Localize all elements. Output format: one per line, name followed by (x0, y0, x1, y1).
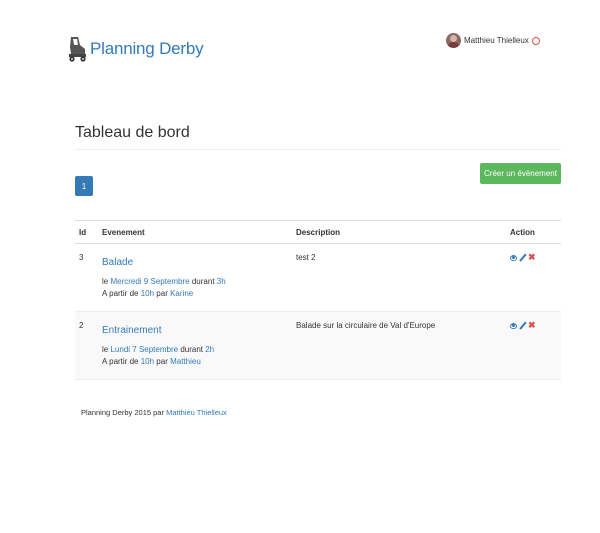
event-author-link[interactable]: Matthieu (170, 357, 201, 366)
event-author-link[interactable]: Karine (170, 289, 193, 298)
footer: Planning Derby 2015 par Matthieu Thielle… (81, 408, 227, 417)
footer-text: Planning Derby 2015 par (81, 408, 164, 417)
event-date-link[interactable]: Lundi 7 Septembre (110, 345, 178, 354)
brand-title: Planning Derby (90, 39, 204, 58)
event-time-line: A partir de 10h par Matthieu (102, 356, 296, 368)
header-id: Id (79, 227, 87, 237)
text-le: le (102, 277, 109, 286)
text-a-partir-de: A partir de (102, 357, 139, 366)
pencil-icon[interactable] (519, 254, 526, 261)
row-description: test 2 (296, 253, 316, 262)
remove-icon[interactable]: ✖ (528, 253, 536, 262)
row-id: 3 (79, 253, 84, 262)
row-event: Balade le Mercredi 9 Septembre durant 3h… (102, 244, 296, 311)
page-title: Tableau de bord (75, 124, 190, 141)
event-time-line: A partir de 10h par Karine (102, 288, 296, 300)
eye-icon[interactable] (510, 322, 517, 329)
text-par: par (156, 289, 168, 298)
footer-author-link[interactable]: Matthieu Thielleux (166, 408, 227, 417)
text-a-partir-de: A partir de (102, 289, 139, 298)
row-id: 2 (79, 321, 84, 330)
event-title-link[interactable]: Entrainement (102, 325, 296, 336)
user-menu[interactable]: Matthieu Thielleux (446, 33, 540, 48)
event-time-link[interactable]: 10h (141, 357, 154, 366)
events-table: Id Evenement Description Action 3 Balade… (75, 220, 561, 380)
event-duration-link[interactable]: 2h (205, 345, 214, 354)
pencil-icon[interactable] (519, 322, 526, 329)
row-actions: ✖ (510, 244, 561, 311)
row-actions: ✖ (510, 312, 561, 379)
event-title-link[interactable]: Balade (102, 257, 296, 268)
user-name: Matthieu Thielleux (464, 36, 529, 45)
power-icon[interactable] (531, 36, 540, 45)
table-header: Id Evenement Description Action (75, 220, 561, 244)
header-description: Description (296, 227, 341, 237)
eye-icon[interactable] (510, 254, 517, 261)
create-event-button[interactable]: Créer un évènement (480, 163, 561, 184)
remove-icon[interactable]: ✖ (528, 321, 536, 330)
header-event: Evenement (102, 227, 145, 237)
header-action: Action (510, 227, 535, 237)
skate-logo (69, 37, 86, 62)
row-description: Balade sur la circulaire de Val d'Europe (296, 321, 436, 330)
text-durant: durant (191, 277, 215, 286)
event-date-link[interactable]: Mercredi 9 Septembre (110, 277, 189, 286)
pagination-page-1[interactable]: 1 (75, 176, 93, 196)
text-le: le (102, 345, 109, 354)
event-duration-link[interactable]: 3h (217, 277, 226, 286)
brand[interactable]: Planning Derby (66, 35, 204, 63)
row-event: Entrainement le Lundi 7 Septembre durant… (102, 312, 296, 379)
text-durant: durant (180, 345, 203, 354)
event-date-line: le Lundi 7 Septembre durant 2h (102, 344, 296, 356)
table-row: 2 Entrainement le Lundi 7 Septembre dura… (75, 312, 561, 380)
event-date-line: le Mercredi 9 Septembre durant 3h (102, 276, 296, 288)
event-time-link[interactable]: 10h (141, 289, 154, 298)
avatar (446, 33, 461, 48)
divider (75, 149, 561, 150)
text-par: par (156, 357, 168, 366)
table-row: 3 Balade le Mercredi 9 Septembre durant … (75, 244, 561, 312)
